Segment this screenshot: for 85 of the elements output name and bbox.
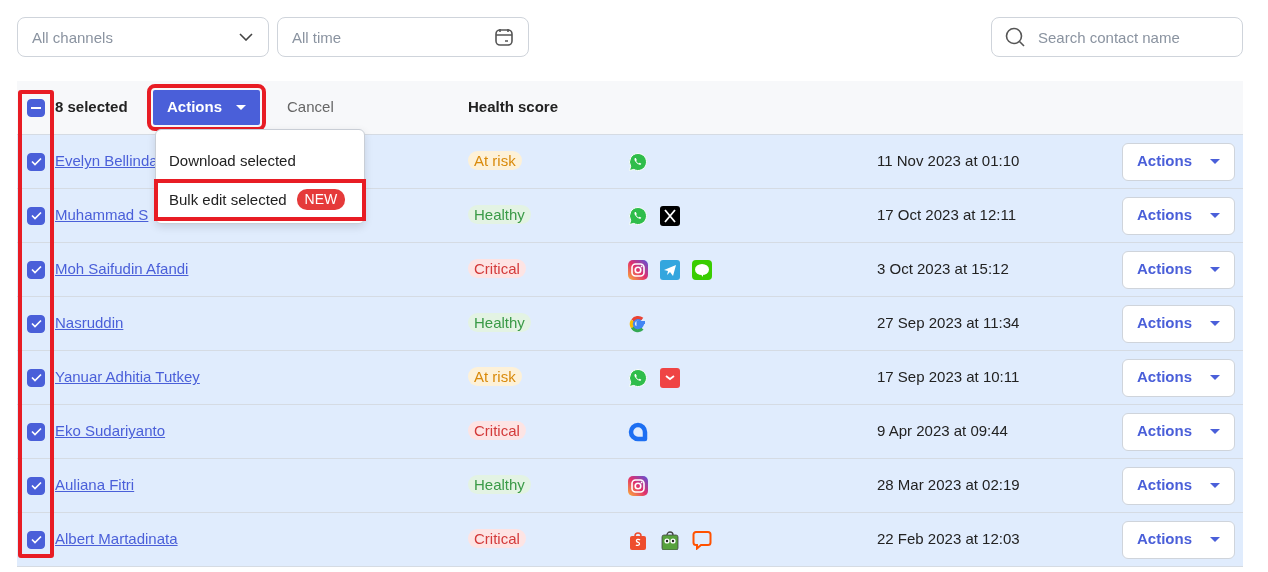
caret-icon [1210,429,1220,434]
select-all-checkbox[interactable] [27,98,45,117]
row-checkbox[interactable] [27,368,45,387]
shopping-bag-icon [628,529,648,550]
date-text: 11 Nov 2023 at 01:10 [877,151,1021,172]
envelope-icon [660,367,680,388]
menu-item[interactable]: Bulk edit selected NEW [156,180,364,219]
check-icon [30,373,42,382]
owl-bag-icon [660,529,680,550]
health-status: Healthy [468,205,531,225]
actions-button[interactable]: Actions [1122,358,1235,397]
row-checkbox[interactable] [27,206,45,225]
health-status: Healthy [468,313,531,333]
check-icon [30,157,42,166]
row-checkbox[interactable] [27,152,45,171]
actions-button[interactable]: Actions [1122,520,1235,559]
caret-icon [1210,375,1220,380]
health-status: At risk [468,367,522,387]
caret-icon [1210,483,1220,488]
phone-bubble-icon [628,367,648,388]
channel-dropdown[interactable]: All channels [17,17,269,57]
contact-link[interactable]: Moh Saifudin Afandi [55,260,189,278]
health-status: At risk [468,151,522,171]
row-checkbox[interactable] [27,422,45,441]
column-header: Health score [468,97,560,118]
row-checkbox[interactable] [27,314,45,333]
contact-link[interactable]: Auliana Fitri [55,476,135,494]
date-text: 17 Oct 2023 at 12:11 [877,205,1017,226]
chevron-down-icon [239,33,253,41]
caret-icon [1210,537,1220,542]
date-text: 9 Apr 2023 at 09:44 [877,421,1009,442]
contact-link[interactable]: Yanuar Adhitia Tutkey [55,368,200,386]
date-text: 3 Oct 2023 at 15:12 [877,259,1010,280]
paper-plane-icon [660,259,680,280]
health-status: Critical [468,421,526,441]
caret-icon [1210,159,1220,164]
check-icon [30,481,42,490]
actions-button[interactable]: Actions [1122,412,1235,451]
phone-bubble-icon [628,151,648,172]
caret-icon [1210,321,1220,326]
minus-icon [31,106,41,109]
health-status: Critical [468,259,526,279]
check-icon [30,211,42,220]
date-text: 22 Feb 2023 at 12:03 [877,529,1021,550]
health-status: Healthy [468,475,531,495]
actions-button[interactable]: Actions [1122,466,1235,505]
calendar-icon [495,28,513,46]
chat-bubble-icon [692,529,712,550]
speech-bubble-icon [692,259,712,280]
date-field[interactable]: All time [277,17,529,57]
search-icon [1005,27,1025,47]
date-text: 27 Sep 2023 at 11:34 [877,313,1021,334]
row-checkbox[interactable] [27,530,45,549]
chat-loop-icon [628,421,648,442]
date-text: 28 Mar 2023 at 02:19 [877,475,1021,496]
check-icon [30,319,42,328]
caret-icon [1210,213,1220,218]
contact-link[interactable]: Albert Martadinata [55,530,178,548]
row-checkbox[interactable] [27,260,45,279]
x-mark-icon [660,205,680,226]
health-status: Critical [468,529,526,549]
actions-button[interactable]: Actions [1122,196,1235,235]
contact-link[interactable]: Evelyn Bellinda [55,152,158,170]
menu-item[interactable]: Download selected [156,142,364,181]
row-checkbox[interactable] [27,476,45,495]
cancel-button[interactable]: Cancel [274,89,347,126]
camera-icon [628,475,648,496]
camera-icon [628,259,648,280]
check-icon [30,535,42,544]
new-badge: NEW [296,189,346,211]
contact-link[interactable]: Eko Sudariyanto [55,422,166,440]
actions-button[interactable]: Actions [1122,304,1235,343]
search-field[interactable]: Search contact name [991,17,1243,57]
selected-count: 8 selected [55,97,129,118]
caret-icon [236,105,246,110]
check-icon [30,427,42,436]
phone-bubble-icon [628,205,648,226]
actions-button[interactable]: Actions [1122,250,1235,289]
contact-link[interactable]: Nasruddin [55,314,124,332]
date-text: 17 Sep 2023 at 10:11 [877,367,1021,388]
contact-link[interactable]: Muhammad S [55,206,149,224]
check-icon [30,265,42,274]
g-letter-icon [628,313,648,334]
caret-icon [1210,267,1220,272]
actions-button[interactable]: Actions [1122,142,1235,181]
